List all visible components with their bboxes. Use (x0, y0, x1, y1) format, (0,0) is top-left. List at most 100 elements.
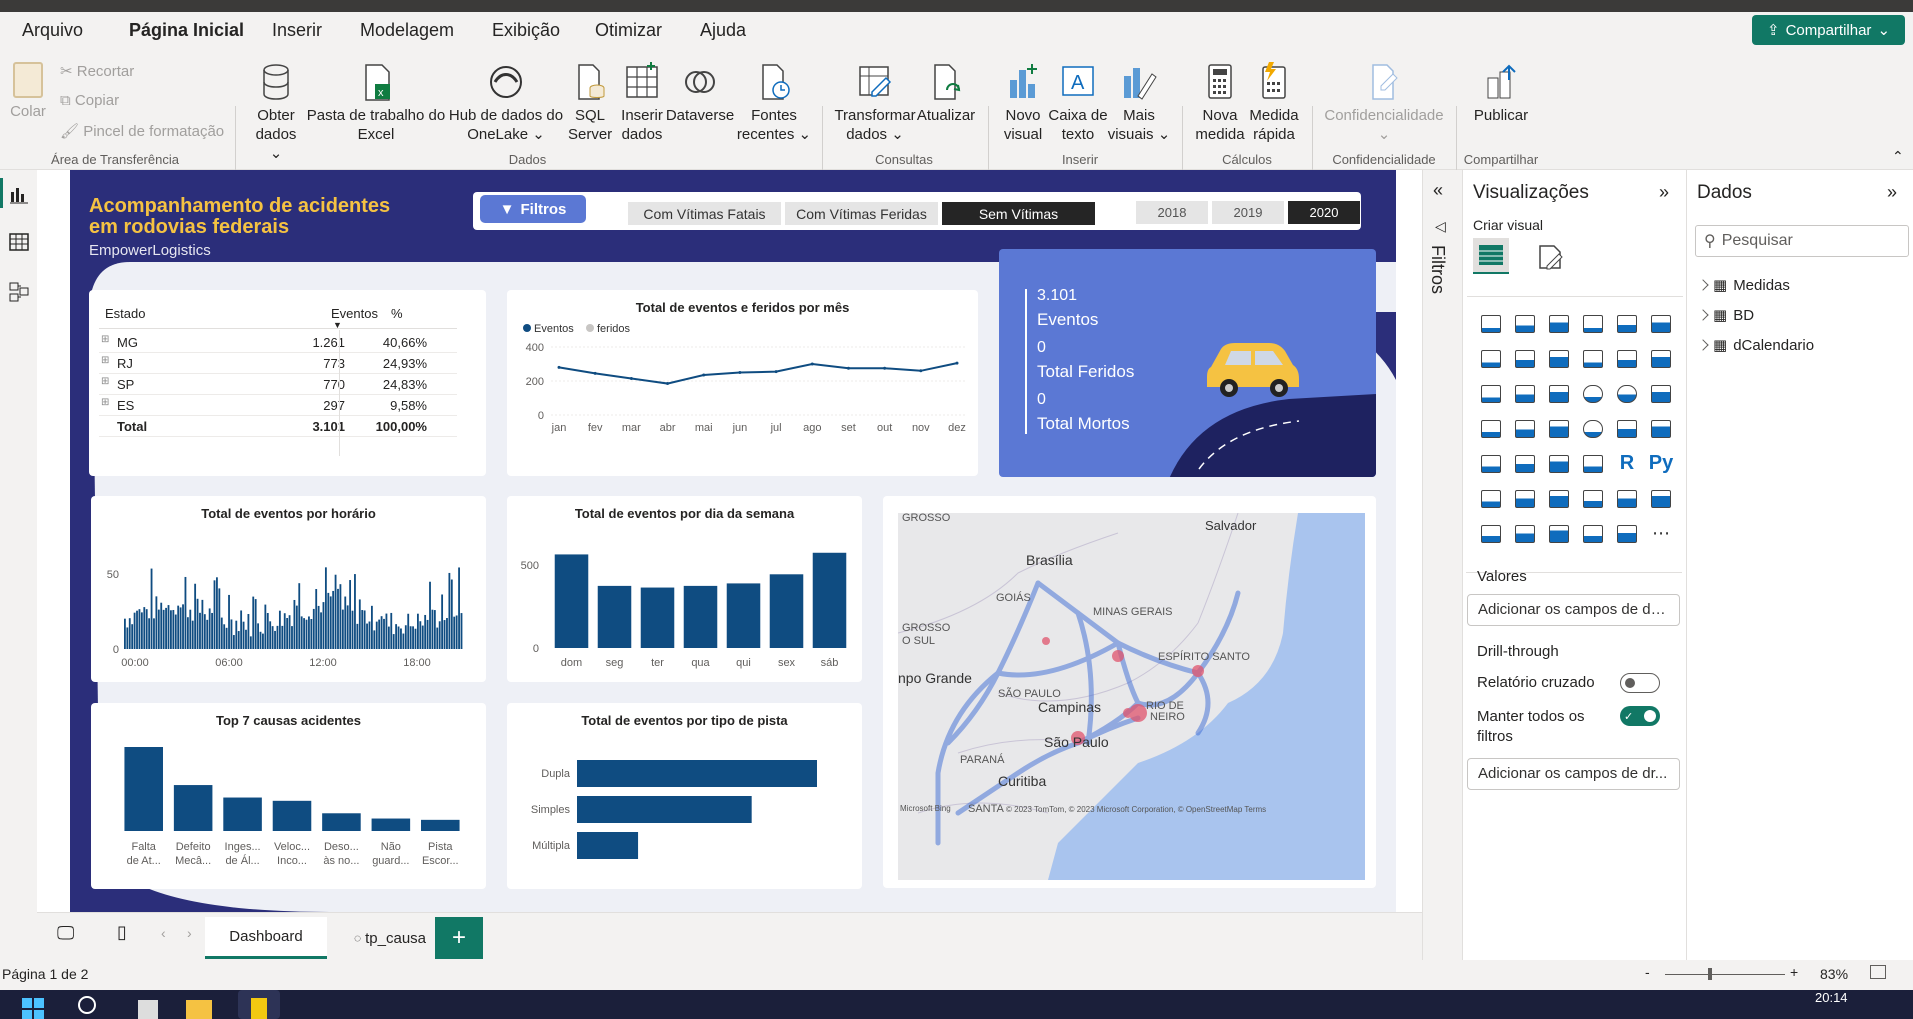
menu-exibicao[interactable]: Exibição (492, 20, 560, 41)
tab-dashboard[interactable]: Dashboard (205, 917, 327, 959)
onelake-hub-button[interactable]: Hub de dados do OneLake ⌄ (448, 62, 564, 144)
filters-button[interactable]: ▼ Filtros (480, 195, 586, 223)
add-page-button[interactable]: + (435, 917, 483, 959)
data-search-box[interactable]: ⚲ Pesquisar (1695, 225, 1909, 257)
line-clustered-visual-icon[interactable] (1610, 341, 1644, 376)
menu-inserir[interactable]: Inserir (272, 20, 322, 41)
collapse-data-icon[interactable]: » (1887, 182, 1897, 203)
cross-report-toggle[interactable] (1620, 673, 1660, 693)
col-header-estado[interactable]: Estado (105, 306, 145, 321)
table-view-icon[interactable] (9, 232, 29, 257)
hourly-bar-chart[interactable]: 50 000:00 06:00 12:00 18:00 (91, 496, 486, 682)
enter-data-button[interactable]: Inserir dados (616, 62, 668, 144)
menu-arquivo[interactable]: Arquivo (22, 20, 83, 41)
pie-visual-icon[interactable] (1576, 376, 1610, 411)
expand-icon[interactable]: ⊞ (101, 355, 109, 366)
ribbon-visual-icon[interactable] (1644, 341, 1678, 376)
stacked-bar-visual-icon[interactable] (1474, 306, 1508, 341)
format-visual-tab[interactable] (1535, 242, 1565, 277)
donut-visual-icon[interactable] (1610, 376, 1644, 411)
mobile-layout-icon[interactable]: ▯ (117, 922, 127, 943)
filters-label-vertical[interactable]: Filtros (1427, 245, 1448, 294)
expand-icon[interactable]: ⊞ (101, 334, 109, 345)
power-automate-visual-icon[interactable] (1508, 516, 1542, 551)
clustered-bar-visual-icon[interactable] (1542, 306, 1576, 341)
expand-icon[interactable]: ⊞ (101, 397, 109, 408)
top-causes-bar-chart[interactable]: Falta de At... Defeito Mecâ... Inges...de Ál… (91, 703, 486, 889)
smart-narrative-visual-icon[interactable] (1576, 481, 1610, 516)
slicer-no-victims[interactable]: Sem Vítimas (942, 202, 1095, 225)
model-view-icon[interactable] (9, 282, 29, 307)
task-view-icon[interactable] (138, 1000, 158, 1019)
next-page-icon[interactable]: › (187, 925, 192, 941)
powerbi-taskbar-button[interactable] (238, 990, 280, 1019)
values-drop-zone[interactable]: Adicionar os campos de da... (1467, 594, 1680, 626)
more-visual-icon[interactable]: ⋯ (1644, 516, 1678, 551)
slicer-year-2020[interactable]: 2020 (1288, 201, 1360, 224)
slicer-year-2018[interactable]: 2018 (1136, 201, 1208, 224)
collapse-ribbon-icon[interactable]: ⌃ (1892, 148, 1904, 165)
table-row[interactable]: ⊞ MG 1.261 40,66% (99, 332, 457, 353)
zoom-in-icon[interactable]: + (1790, 964, 1798, 980)
accident-map[interactable]: GROSSO Salvador Brasília GOIÁS MINAS GER… (898, 513, 1365, 880)
table-total-row[interactable]: Total 3.101 100,00% (99, 416, 457, 437)
slicer-year-2019[interactable]: 2019 (1212, 201, 1284, 224)
r-visual-visual-icon[interactable]: R (1610, 446, 1644, 481)
azure-map-visual-icon[interactable] (1542, 411, 1576, 446)
paste-button[interactable]: Colar (8, 62, 48, 121)
format-painter-button[interactable]: 🖌 Pincel de formatação (60, 122, 224, 140)
menu-pagina-inicial[interactable]: Página Inicial (129, 20, 244, 41)
col-header-percent[interactable]: % (391, 306, 403, 321)
matrix-visual-icon[interactable] (1576, 446, 1610, 481)
zoom-slider[interactable] (1665, 974, 1785, 975)
card-visual-icon[interactable] (1610, 411, 1644, 446)
map-visual-icon[interactable] (1474, 411, 1508, 446)
fit-page-icon[interactable] (1870, 965, 1886, 979)
zoom-out-icon[interactable]: - (1645, 964, 1650, 980)
table-visual-icon[interactable] (1542, 446, 1576, 481)
expand-icon[interactable]: ⊞ (101, 376, 109, 387)
kpi-visual-icon[interactable] (1474, 446, 1508, 481)
waterfall-visual-icon[interactable] (1474, 376, 1508, 411)
100-column-visual-icon[interactable] (1644, 306, 1678, 341)
monthly-line-chart[interactable]: Eventos feridos 400 200 0 jan fev mar abr mai jun j… (507, 290, 978, 476)
map-attribution[interactable]: © 2023 TomTom, © 2023 Microsoft Corporat… (1006, 805, 1266, 814)
diamond-visual-icon[interactable] (1576, 516, 1610, 551)
multi-row-card-visual-icon[interactable] (1644, 411, 1678, 446)
zoom-slider-thumb[interactable] (1708, 968, 1712, 980)
text-box-button[interactable]: A Caixa de texto (1048, 62, 1108, 144)
excel-workbook-button[interactable]: x Pasta de trabalho do Excel (306, 62, 446, 144)
table-row[interactable]: ⊞ SP 770 24,83% (99, 374, 457, 395)
slicer-visual-icon[interactable] (1508, 446, 1542, 481)
paginated-visual-icon[interactable] (1610, 481, 1644, 516)
key-influencers-visual-icon[interactable] (1474, 481, 1508, 516)
100-bar-visual-icon[interactable] (1610, 306, 1644, 341)
desktop-layout-icon[interactable]: 🖵 (57, 923, 74, 944)
folder-icon[interactable] (186, 1000, 212, 1019)
line-visual-icon[interactable] (1474, 341, 1508, 376)
sql-server-button[interactable]: SQL Server (568, 62, 612, 144)
field-table-medidas[interactable]: ▦ Medidas (1697, 276, 1790, 294)
refresh-button[interactable]: Atualizar (914, 62, 978, 125)
funnel-visual-icon[interactable] (1508, 376, 1542, 411)
field-table-dcalendario[interactable]: ▦ dCalendario (1697, 336, 1814, 354)
treemap-visual-icon[interactable] (1644, 376, 1678, 411)
menu-modelagem[interactable]: Modelagem (360, 20, 454, 41)
stacked-column-visual-icon[interactable] (1508, 306, 1542, 341)
stacked-area-visual-icon[interactable] (1542, 341, 1576, 376)
copy-button[interactable]: ⧉ Copiar (60, 92, 119, 109)
road-type-bar-chart[interactable]: Dupla Simples Múltipla (507, 703, 862, 889)
collapse-viz-icon[interactable]: » (1659, 182, 1669, 203)
slicer-injured[interactable]: Com Vítimas Feridas (785, 202, 938, 225)
metrics-visual-icon[interactable] (1644, 481, 1678, 516)
qa-visual-icon[interactable] (1542, 481, 1576, 516)
clustered-column-visual-icon[interactable] (1576, 306, 1610, 341)
prev-page-icon[interactable]: ‹ (161, 925, 166, 941)
table-row[interactable]: ⊞ ES 297 9,58% (99, 395, 457, 416)
expand-filters-icon[interactable]: « (1433, 180, 1443, 201)
recent-sources-button[interactable]: Fontes recentes ⌄ (734, 62, 814, 144)
search-icon[interactable] (78, 996, 96, 1014)
scatter-visual-icon[interactable] (1542, 376, 1576, 411)
quick-measure-button[interactable]: Medida rápida (1246, 62, 1302, 144)
report-view-icon[interactable] (9, 184, 29, 209)
